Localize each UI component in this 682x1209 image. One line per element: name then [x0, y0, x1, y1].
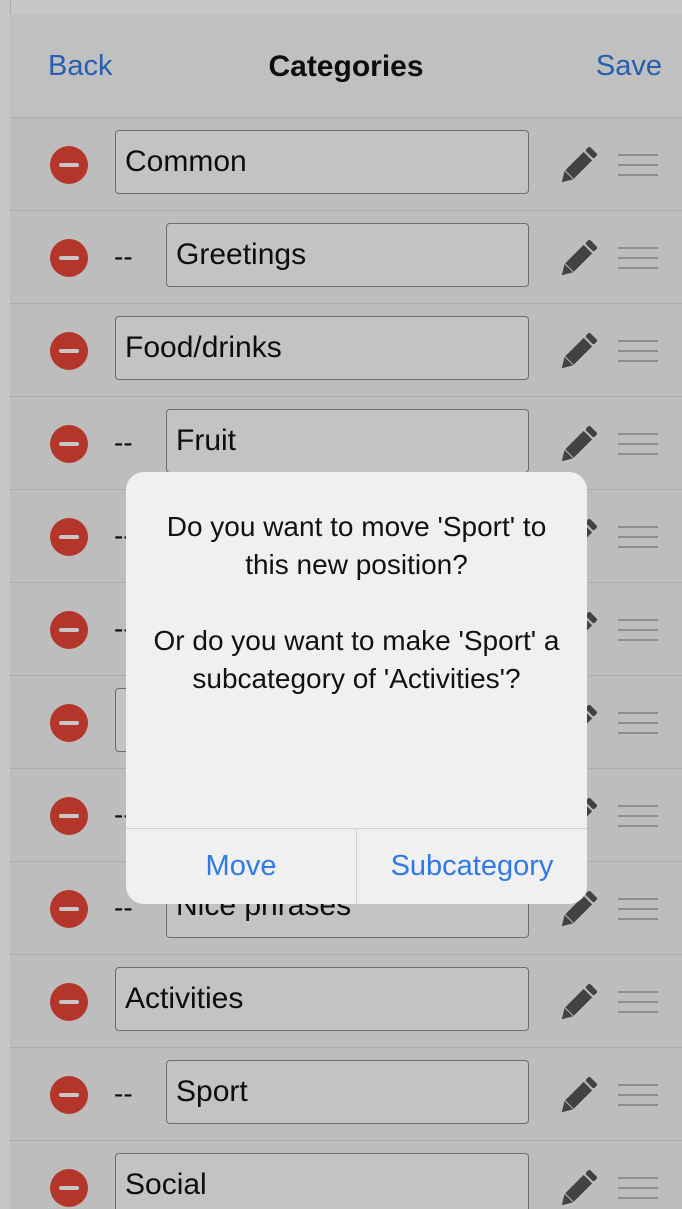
subcategory-button[interactable]: Subcategory: [357, 829, 587, 904]
move-button[interactable]: Move: [126, 829, 356, 904]
alert-message: Do you want to move 'Sport' to this new …: [146, 508, 567, 698]
alert-message-question-subcategory: Or do you want to make 'Sport' a subcate…: [153, 625, 560, 694]
move-alert-dialog: Do you want to move 'Sport' to this new …: [126, 472, 587, 904]
alert-message-question-move: Do you want to move 'Sport' to this new …: [166, 511, 547, 580]
